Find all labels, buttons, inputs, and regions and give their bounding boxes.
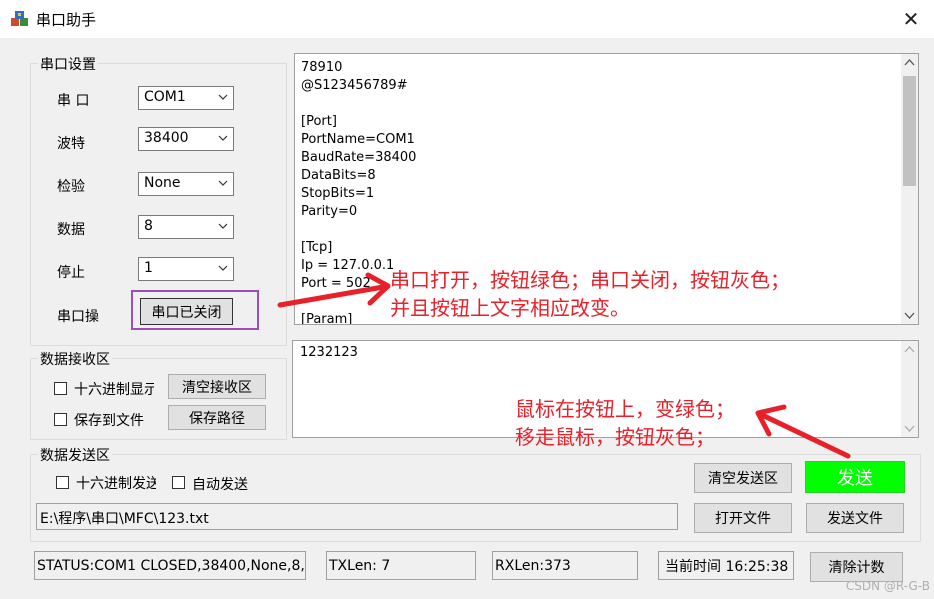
watermark: CSDN @R-G-B <box>845 579 930 593</box>
app-window: 串口助手 ✕ 串口设置 串 口 COM1 波特 38400 检验 None 数据… <box>0 0 934 599</box>
annotation-arrows <box>277 272 851 459</box>
